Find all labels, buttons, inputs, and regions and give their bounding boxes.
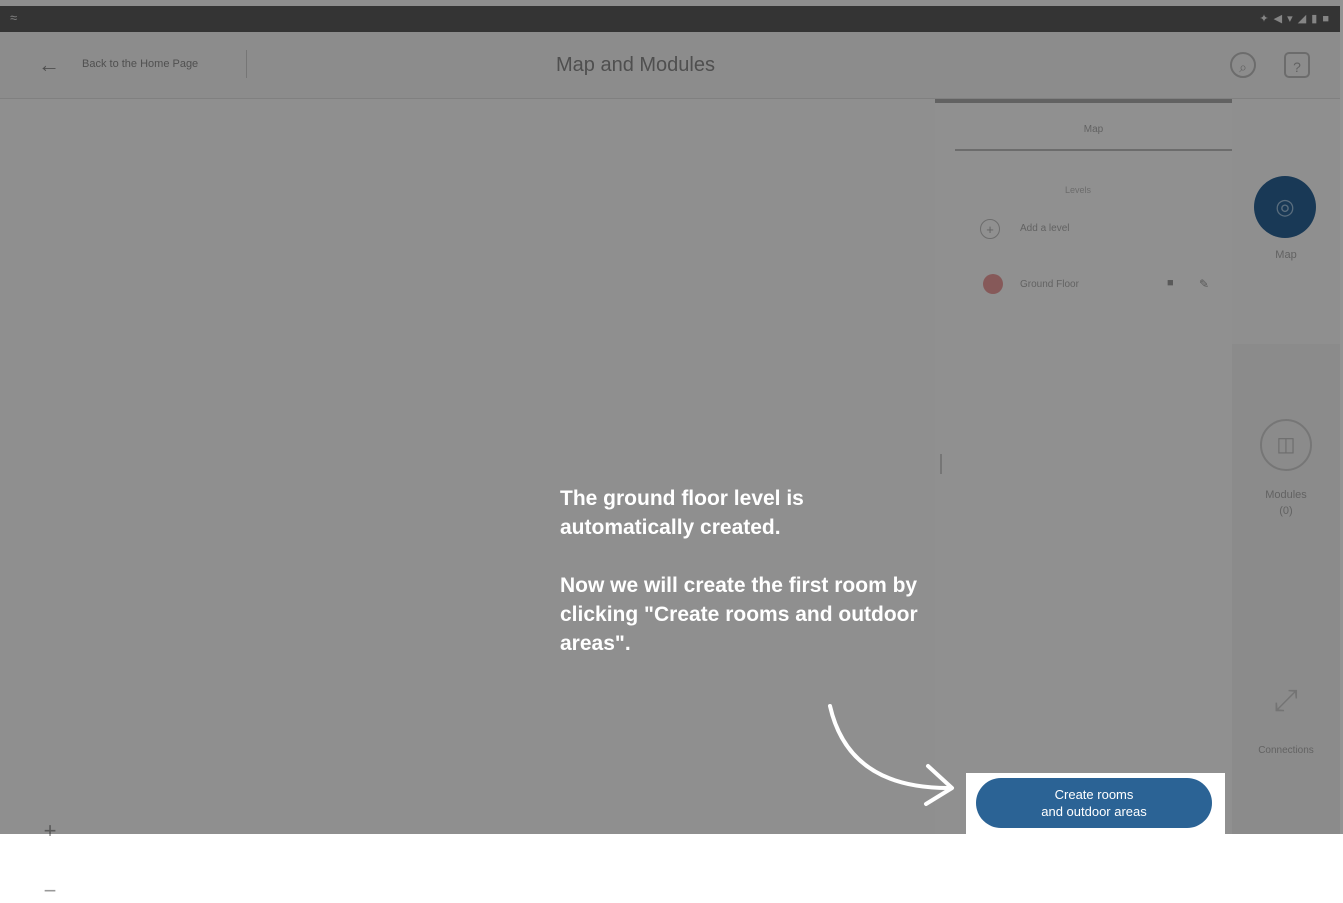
create-rooms-button[interactable]: Create rooms and outdoor areas	[976, 778, 1212, 828]
create-rooms-label-line-2: and outdoor areas	[1041, 804, 1147, 819]
tutorial-message: The ground floor level is automatically …	[560, 484, 940, 658]
tutorial-paragraph-1: The ground floor level is automatically …	[560, 487, 804, 539]
cta-spotlight: Create rooms and outdoor areas	[966, 773, 1225, 834]
tutorial-overlay	[0, 0, 1343, 834]
tutorial-arrow-icon	[828, 704, 954, 806]
tutorial-paragraph-2: Now we will create the first room by cli…	[560, 574, 918, 655]
create-rooms-label-line-1: Create rooms	[1054, 787, 1134, 802]
zoom-out-button[interactable]: −	[38, 879, 62, 903]
